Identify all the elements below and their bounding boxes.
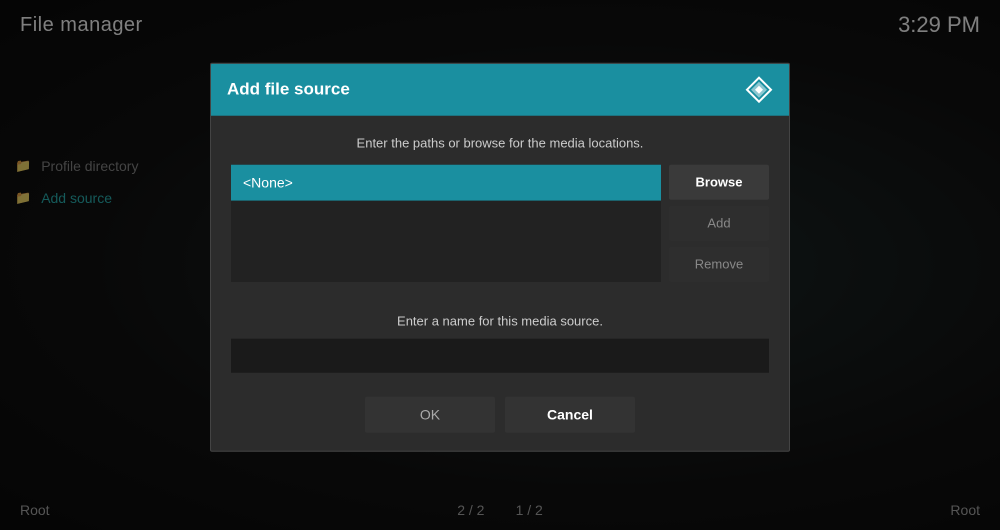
name-instruction: Enter a name for this media source. bbox=[231, 314, 769, 329]
browse-button[interactable]: Browse bbox=[669, 165, 769, 200]
cancel-button[interactable]: Cancel bbox=[505, 397, 635, 433]
dialog-header: Add file source bbox=[211, 64, 789, 116]
path-list-area: <None> bbox=[231, 165, 661, 282]
dialog-body: Enter the paths or browse for the media … bbox=[211, 116, 789, 298]
dialog-title: Add file source bbox=[227, 80, 350, 100]
name-section: Enter a name for this media source. bbox=[211, 298, 789, 383]
name-input[interactable] bbox=[231, 339, 769, 373]
dialog-instruction: Enter the paths or browse for the media … bbox=[231, 136, 769, 151]
kodi-icon bbox=[745, 76, 773, 104]
path-row: <None> Browse Add Remove bbox=[231, 165, 769, 282]
remove-button[interactable]: Remove bbox=[669, 247, 769, 282]
add-button[interactable]: Add bbox=[669, 206, 769, 241]
dialog-footer: OK Cancel bbox=[211, 383, 789, 451]
path-item-selected[interactable]: <None> bbox=[231, 165, 661, 201]
path-buttons: Browse Add Remove bbox=[669, 165, 769, 282]
path-item-empty bbox=[231, 201, 661, 282]
add-file-source-dialog: Add file source Enter the paths or brows… bbox=[210, 63, 790, 452]
ok-button[interactable]: OK bbox=[365, 397, 495, 433]
